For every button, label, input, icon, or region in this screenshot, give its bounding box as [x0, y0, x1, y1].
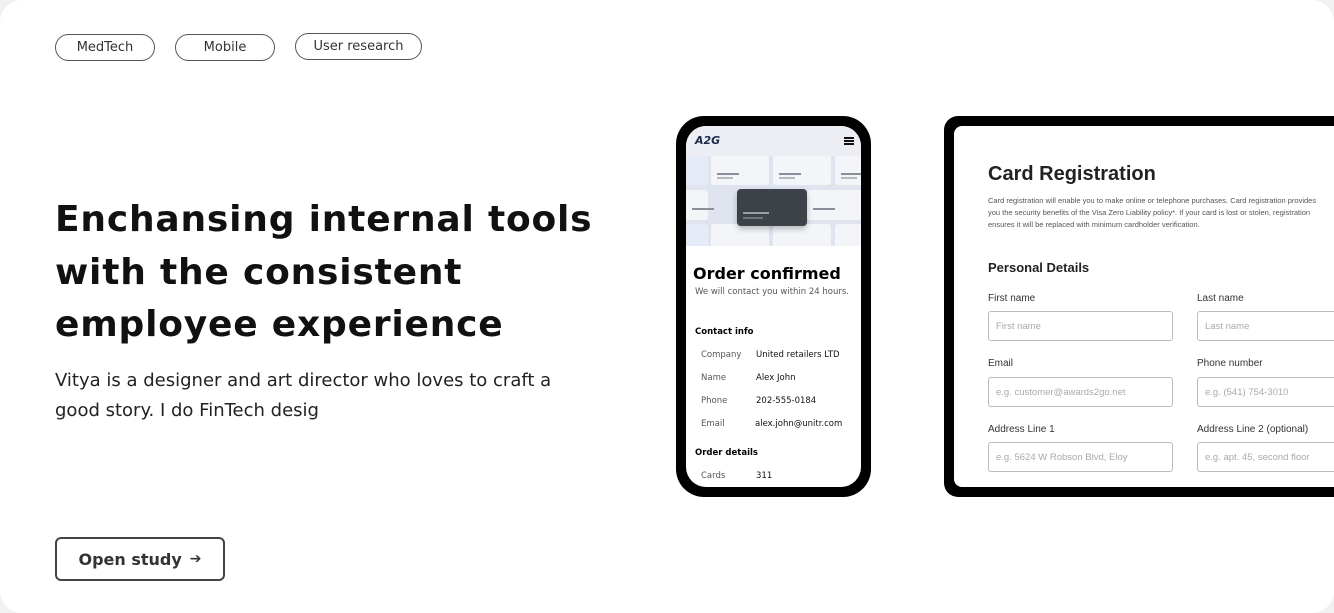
banner-tile: [711, 156, 769, 185]
banner-tile: [807, 190, 861, 220]
hero-title-line-2: with the consistent: [55, 251, 463, 293]
tag-mobile[interactable]: Mobile: [175, 34, 275, 61]
phone-header: A2G: [686, 126, 861, 156]
banner-tile: [835, 224, 861, 246]
contact-label: Company: [701, 350, 742, 360]
order-value: 311: [756, 471, 773, 481]
banner-tile: [711, 224, 769, 246]
tag-medtech[interactable]: MedTech: [55, 34, 155, 61]
personal-details-heading: Personal Details: [988, 260, 1090, 275]
contact-value: alex.john@unitr.com: [755, 419, 843, 429]
menu-icon: [844, 137, 854, 145]
email-input[interactable]: e.g. customer@awards2go.net: [988, 377, 1173, 407]
phone-number-input[interactable]: e.g. (541) 754-3010: [1197, 377, 1334, 407]
contact-value: United retailers LTD: [756, 350, 840, 360]
hero-title-line-3: employee experience: [55, 304, 504, 345]
banner-tile: [773, 224, 831, 246]
first-name-input[interactable]: First name: [988, 311, 1173, 341]
phone-number-label: Phone number: [1197, 358, 1263, 369]
case-study-card: MedTech Mobile User research Enchansing …: [0, 0, 1334, 613]
open-study-label: Open study: [78, 549, 182, 569]
banner-tile: [686, 190, 714, 220]
contact-label: Name: [701, 373, 727, 383]
address-line-2-input[interactable]: e.g. apt. 45, second floor: [1197, 442, 1334, 472]
phone-screen: A2G Order confirmed We will contact you …: [686, 126, 861, 487]
desktop-mockup: Card Registration Card registration will…: [944, 116, 1334, 497]
card-registration-description: Card registration will enable you to mak…: [988, 196, 1317, 229]
desktop-screen: Card Registration Card registration will…: [954, 126, 1334, 487]
open-study-button[interactable]: Open study ➔: [55, 537, 225, 581]
phone-banner-image: [686, 156, 861, 246]
dark-card-illustration: [737, 189, 807, 226]
banner-tile: [835, 156, 861, 185]
last-name-input[interactable]: Last name: [1197, 311, 1334, 341]
arrow-right-icon: ➔: [189, 551, 202, 567]
order-label: Cards: [701, 471, 726, 481]
contact-value: Alex John: [756, 373, 796, 383]
banner-tile: [773, 156, 831, 185]
email-label: Email: [988, 358, 1014, 369]
order-details-heading: Order details: [695, 448, 758, 458]
banner-tile: [686, 156, 708, 185]
address-line-2-label: Address Line 2 (optional): [1197, 424, 1309, 435]
contact-label: Email: [701, 419, 725, 429]
first-name-label: First name: [988, 293, 1036, 304]
contact-value: 202-555-0184: [756, 396, 817, 406]
order-confirmed-title: Order confirmed: [693, 264, 841, 283]
hero-title-line-1: Enchansing internal tools: [55, 199, 593, 240]
contact-label: Phone: [701, 396, 728, 406]
address-line-1-input[interactable]: e.g. 5624 W Robson Blvd, Eloy: [988, 442, 1173, 472]
address-line-1-label: Address Line 1: [988, 424, 1055, 435]
contact-info-heading: Contact info: [695, 327, 754, 337]
tag-user-research[interactable]: User research: [295, 33, 422, 60]
phone-mockup: A2G Order confirmed We will contact you …: [676, 116, 871, 497]
last-name-label: Last name: [1197, 293, 1244, 304]
order-confirmed-subtitle: We will contact you within 24 hours.: [695, 287, 850, 297]
a2g-logo: A2G: [695, 134, 721, 147]
banner-tile: [686, 224, 708, 246]
card-registration-title: Card Registration: [988, 163, 1156, 185]
hero-title: Enchansing internal tools with the consi…: [55, 194, 595, 352]
hero-description: Vitya is a designer and art director who…: [55, 370, 552, 421]
